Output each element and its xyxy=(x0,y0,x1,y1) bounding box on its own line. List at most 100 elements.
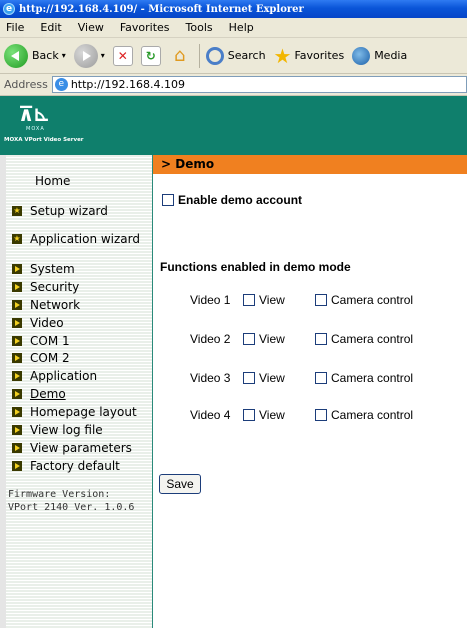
sidebar-item-view-log-file[interactable]: View log file xyxy=(12,421,152,439)
search-label: Search xyxy=(227,49,266,62)
search-icon xyxy=(205,46,224,65)
moxa-logo: ⊼⊾ xyxy=(18,102,50,126)
sidebar-item-network[interactable]: Network xyxy=(12,296,152,314)
sidebar-item-view-parameters[interactable]: View parameters xyxy=(12,439,152,457)
sidebar-item-homepage-layout[interactable]: Homepage layout xyxy=(12,403,152,421)
enable-demo-checkbox[interactable] xyxy=(162,194,174,206)
sidebar-item-factory-default[interactable]: Factory default xyxy=(12,457,152,475)
header-banner: ⊼⊾ MOXA MOXA VPort Video Server xyxy=(0,96,467,155)
forward-button[interactable]: ▾ xyxy=(73,43,105,68)
view-checkbox[interactable] xyxy=(243,372,255,384)
arrow-right-icon xyxy=(12,424,22,435)
enable-demo-label: Enable demo account xyxy=(178,193,303,207)
arrow-right-icon xyxy=(12,299,22,310)
arrow-right-icon xyxy=(12,353,22,364)
chevron-down-icon[interactable]: ▾ xyxy=(62,51,66,60)
view-checkbox[interactable] xyxy=(243,409,255,421)
arrow-right-icon xyxy=(12,317,22,328)
back-label: Back xyxy=(32,49,59,62)
menu-help[interactable]: Help xyxy=(229,21,254,34)
home-button[interactable]: ⌂ xyxy=(169,45,191,66)
video-row: Video 2 View Camera control xyxy=(190,331,413,347)
chevron-down-icon[interactable]: ▾ xyxy=(101,51,105,60)
sidebar-item-demo[interactable]: Demo xyxy=(12,385,152,403)
arrow-right-icon xyxy=(12,389,22,400)
address-url: http://192.168.4.109 xyxy=(70,78,185,91)
logo-product: MOXA VPort Video Server xyxy=(4,137,84,143)
address-bar: Address e http://192.168.4.109 xyxy=(0,74,467,96)
save-button[interactable]: Save xyxy=(159,474,201,494)
stop-icon: ✕ xyxy=(112,45,133,66)
view-label: View xyxy=(259,408,285,422)
menu-file[interactable]: File xyxy=(6,21,24,34)
video-row: Video 3 View Camera control xyxy=(190,370,413,386)
sidebar-item-system[interactable]: System xyxy=(12,260,152,278)
favorites-button[interactable]: ★ Favorites xyxy=(274,44,345,68)
video-row: Video 1 View Camera control xyxy=(190,292,413,308)
firmware-info: Firmware Version: VPort 2140 Ver. 1.0.6 xyxy=(8,488,134,514)
sidebar-item-label: View log file xyxy=(30,422,103,437)
refresh-icon: ↻ xyxy=(140,45,161,66)
sidebar-edge xyxy=(0,155,6,628)
sidebar-item-label: View parameters xyxy=(30,440,132,455)
window-title: http://192.168.4.109/ - Microsoft Intern… xyxy=(19,3,304,15)
sidebar: Home ★ Setup wizard ★ Application wizard… xyxy=(0,155,153,628)
back-arrow-icon xyxy=(4,43,28,68)
sidebar-item-label: Network xyxy=(30,297,81,312)
sidebar-item-home[interactable]: Home xyxy=(35,174,70,188)
main-content: Enable demo account Functions enabled in… xyxy=(153,174,467,628)
camera-control-checkbox[interactable] xyxy=(315,372,327,384)
menu-favorites[interactable]: Favorites xyxy=(120,21,170,34)
sidebar-item-label: Application wizard xyxy=(30,232,141,246)
address-input[interactable]: e http://192.168.4.109 xyxy=(51,76,467,93)
sidebar-item-label: Security xyxy=(30,279,80,294)
sidebar-item-label: COM 2 xyxy=(30,351,70,366)
stop-button[interactable]: ✕ xyxy=(112,45,133,66)
video-name: Video 2 xyxy=(190,332,231,346)
video-name: Video 4 xyxy=(190,408,231,422)
sidebar-item-com2[interactable]: COM 2 xyxy=(12,349,152,367)
sidebar-item-security[interactable]: Security xyxy=(12,278,152,296)
logo-brand: MOXA xyxy=(26,126,45,132)
sidebar-item-label: Video xyxy=(30,315,64,330)
page-title: > Demo xyxy=(153,155,467,174)
arrow-right-icon xyxy=(12,371,22,382)
refresh-button[interactable]: ↻ xyxy=(140,45,161,66)
camera-control-checkbox[interactable] xyxy=(315,333,327,345)
camera-control-checkbox[interactable] xyxy=(315,294,327,306)
sidebar-item-com1[interactable]: COM 1 xyxy=(12,332,152,350)
menu-tools[interactable]: Tools xyxy=(186,21,213,34)
sidebar-item-label: Setup wizard xyxy=(30,204,108,218)
camera-control-label: Camera control xyxy=(331,332,414,346)
view-checkbox[interactable] xyxy=(243,333,255,345)
menu-view[interactable]: View xyxy=(78,21,104,34)
sidebar-item-label: Homepage layout xyxy=(30,405,137,420)
search-button[interactable]: Search xyxy=(205,46,266,65)
view-label: View xyxy=(259,332,285,346)
video-row: Video 4 View Camera control xyxy=(190,407,413,423)
arrow-right-icon xyxy=(12,263,22,274)
media-button[interactable]: Media xyxy=(352,46,407,65)
video-name: Video 3 xyxy=(190,371,231,385)
arrow-right-icon xyxy=(12,281,22,292)
sidebar-item-label: COM 1 xyxy=(30,333,70,348)
sidebar-item-setup-wizard[interactable]: ★ Setup wizard xyxy=(12,204,108,218)
camera-control-label: Camera control xyxy=(331,371,414,385)
menu-edit[interactable]: Edit xyxy=(40,21,61,34)
star-icon: ★ xyxy=(273,43,292,68)
sidebar-item-application-wizard[interactable]: ★ Application wizard xyxy=(12,232,140,246)
firmware-label: Firmware Version: xyxy=(8,489,111,500)
sidebar-item-label: Demo xyxy=(30,387,66,402)
sidebar-item-label: Factory default xyxy=(30,458,120,473)
back-button[interactable]: Back ▾ xyxy=(4,43,66,68)
sidebar-item-video[interactable]: Video xyxy=(12,314,152,332)
functions-heading: Functions enabled in demo mode xyxy=(160,260,351,274)
page-icon: e xyxy=(54,78,68,91)
address-label: Address xyxy=(4,78,48,91)
home-icon: ⌂ xyxy=(174,45,186,66)
camera-control-checkbox[interactable] xyxy=(315,409,327,421)
sidebar-item-application[interactable]: Application xyxy=(12,367,152,385)
view-label: View xyxy=(259,371,285,385)
forward-arrow-icon xyxy=(73,43,98,68)
view-checkbox[interactable] xyxy=(243,294,255,306)
